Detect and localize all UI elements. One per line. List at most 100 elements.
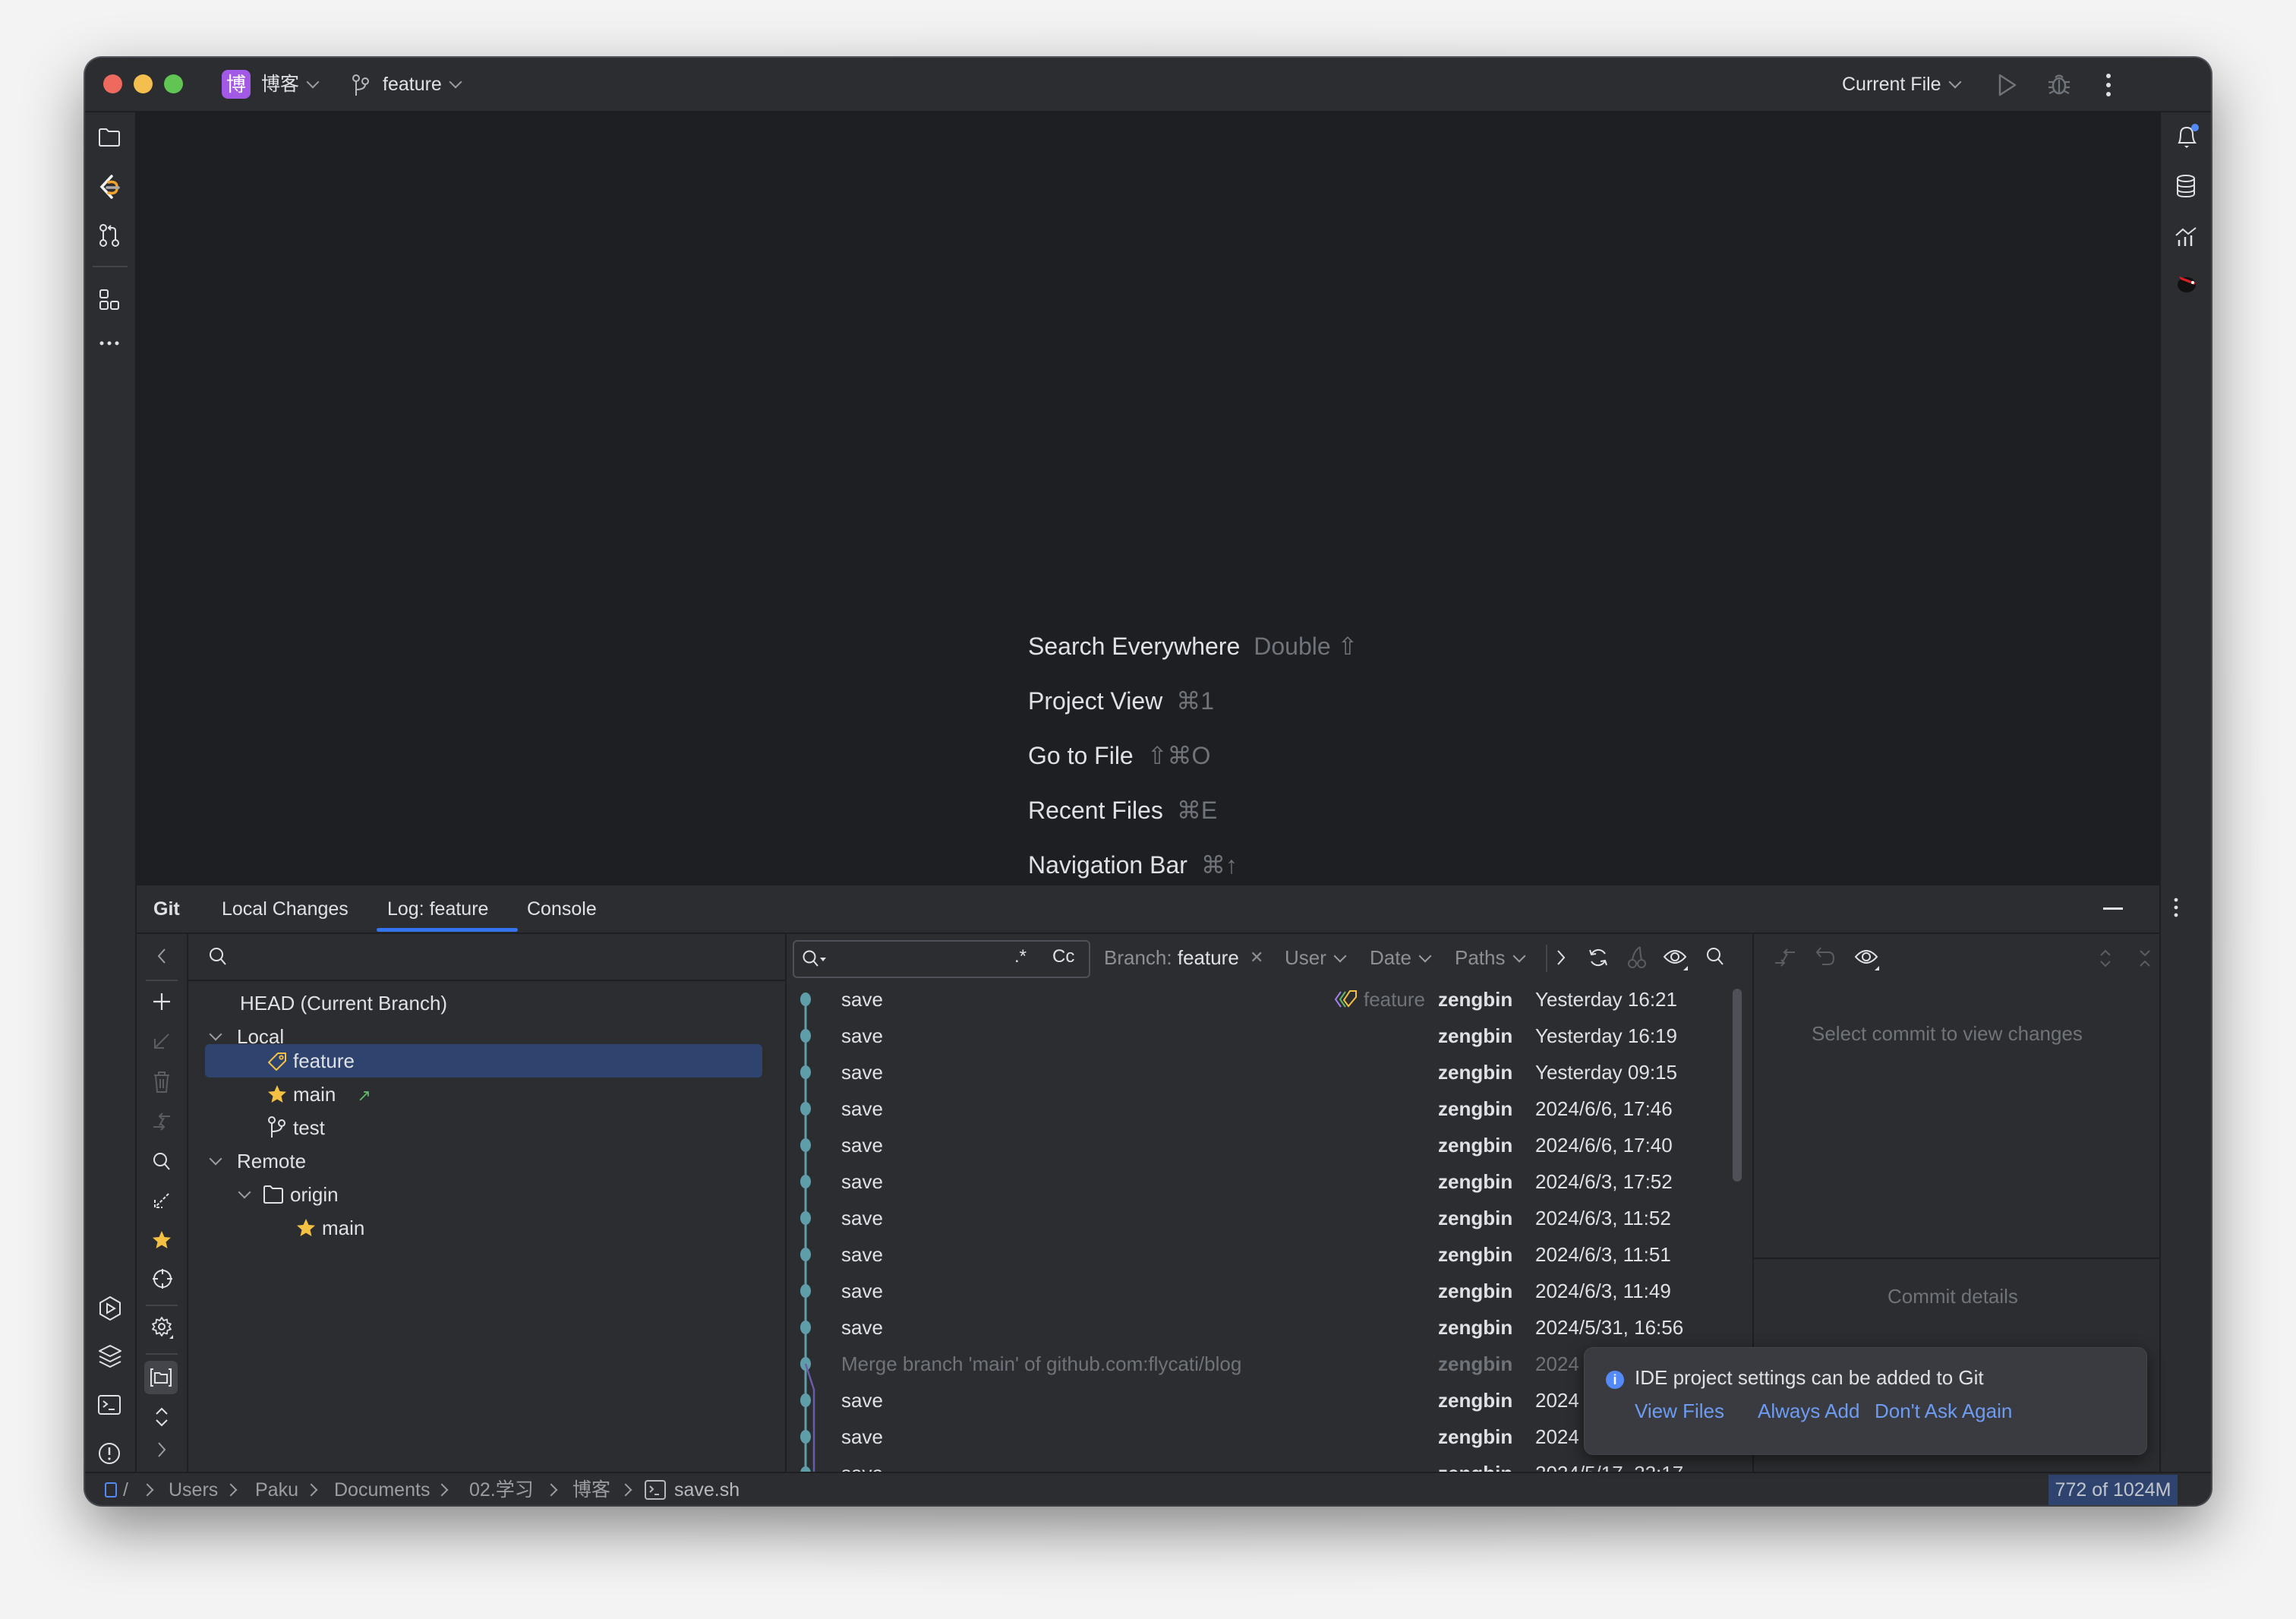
notifications-icon[interactable]: [2175, 123, 2200, 150]
pull-requests-icon[interactable]: [98, 223, 121, 248]
welcome-project-view[interactable]: Project View ⌘1: [1028, 686, 1214, 715]
expand-collapse-icon[interactable]: [155, 1406, 169, 1428]
breadcrumb-users[interactable]: Users: [169, 1478, 218, 1502]
commit-row[interactable]: save zengbin 2024/6/6, 17:46: [787, 1090, 1736, 1127]
tree-remote-group[interactable]: Remote: [209, 1145, 306, 1177]
breadcrumb-root[interactable]: /: [123, 1478, 128, 1502]
commit-row[interactable]: save zengbin Yesterday 09:15: [787, 1054, 1736, 1090]
log-scrollbar[interactable]: [1733, 989, 1742, 1182]
log-search-field[interactable]: .* Cc: [793, 940, 1090, 978]
dont-ask-again-link[interactable]: Don't Ask Again: [1875, 1400, 2012, 1423]
collapse-panel-icon[interactable]: [156, 948, 167, 964]
tree-branch-main[interactable]: main ↗: [267, 1078, 371, 1110]
date-filter[interactable]: Date: [1370, 945, 1432, 970]
profiler-icon[interactable]: [2175, 225, 2197, 248]
close-window-button[interactable]: [103, 74, 122, 93]
branch-filter[interactable]: Branch: feature: [1104, 945, 1239, 970]
breadcrumb-blog[interactable]: 博客: [572, 1478, 610, 1502]
breadcrumb-documents[interactable]: Documents: [334, 1478, 430, 1502]
group-by-directory-button[interactable]: [144, 1361, 178, 1394]
refresh-icon[interactable]: [1587, 946, 1610, 969]
settings-gear-icon[interactable]: [152, 1317, 175, 1340]
memory-indicator[interactable]: 772 of 1024M: [2048, 1475, 2178, 1505]
paths-filter[interactable]: Paths: [1455, 945, 1525, 970]
commit-row[interactable]: save zengbin 2024/6/6, 17:40: [787, 1127, 1736, 1163]
structure-icon[interactable]: [99, 289, 120, 311]
tab-local-changes[interactable]: Local Changes: [222, 896, 348, 922]
problems-icon[interactable]: [97, 1441, 121, 1466]
breadcrumb-study[interactable]: 02.学习: [469, 1478, 534, 1502]
locate-icon[interactable]: [152, 1268, 173, 1289]
search-icon[interactable]: [1705, 946, 1725, 967]
tree-head[interactable]: HEAD (Current Branch): [240, 987, 447, 1019]
commit-row[interactable]: save zengbin 2024/6/3, 17:52: [787, 1163, 1736, 1200]
commit-message: save: [841, 1134, 883, 1157]
right-tool-strip: [2159, 112, 2211, 1472]
commit-row[interactable]: save zengbin 2024/6/3, 11:51: [787, 1236, 1736, 1273]
update-branch-icon[interactable]: [152, 1031, 172, 1051]
commit-details-placeholder: Commit details: [1888, 1285, 2018, 1308]
tree-remote-main[interactable]: main: [296, 1212, 364, 1244]
compare-branches-icon[interactable]: [152, 1110, 172, 1133]
tree-branch-feature[interactable]: feature: [267, 1045, 355, 1077]
breadcrumb-paku[interactable]: Paku: [255, 1478, 298, 1502]
minimize-window-button[interactable]: [134, 74, 153, 93]
commit-row[interactable]: save zengbin 2024/5/17, 22:17: [787, 1455, 1736, 1473]
always-add-link[interactable]: Always Add: [1758, 1400, 1859, 1423]
view-options-eye-icon[interactable]: [1663, 946, 1689, 970]
more-filters-chevron-icon[interactable]: [1556, 949, 1566, 966]
commit-date: 2024/6/3, 17:52: [1535, 1170, 1673, 1193]
options-menu-icon[interactable]: [2173, 898, 2179, 917]
search-branches-icon[interactable]: [152, 1151, 172, 1172]
commit-row[interactable]: save zengbin 2024/5/31, 16:56: [787, 1309, 1736, 1346]
layers-icon[interactable]: [97, 1344, 123, 1368]
log-search-input[interactable]: [832, 945, 1002, 974]
welcome-navigation-bar[interactable]: Navigation Bar ⌘↑: [1028, 851, 1238, 879]
branch-search-field[interactable]: [188, 934, 785, 981]
fetch-icon[interactable]: [152, 1191, 172, 1210]
commit-row[interactable]: save zengbin 2024/6/3, 11:49: [787, 1273, 1736, 1309]
run-icon[interactable]: [1997, 73, 2018, 97]
welcome-go-to-file[interactable]: Go to File ⇧⌘O: [1028, 741, 1210, 770]
commit-date: 2024/5/17, 22:17: [1535, 1462, 1684, 1473]
run-config-selector[interactable]: Current File: [1842, 71, 1962, 97]
clear-branch-filter-icon[interactable]: ✕: [1250, 945, 1263, 970]
new-branch-icon[interactable]: [152, 992, 172, 1011]
welcome-recent-files[interactable]: Recent Files ⌘E: [1028, 796, 1217, 825]
chevron-right-icon[interactable]: [156, 1441, 167, 1458]
editor-area[interactable]: Search Everywhere Double ⇧ Project View ⌘1…: [137, 112, 2159, 933]
revert-icon[interactable]: [1815, 946, 1836, 969]
leetcode-icon[interactable]: [98, 175, 121, 200]
commit-row[interactable]: save zengbin Yesterday 16:19: [787, 1018, 1736, 1054]
view-files-link[interactable]: View Files: [1635, 1400, 1724, 1423]
commit-row[interactable]: save zengbin 2024/6/3, 11:52: [787, 1200, 1736, 1236]
terminal-icon[interactable]: [97, 1394, 121, 1415]
collapse-all-icon[interactable]: [2138, 948, 2152, 969]
user-filter[interactable]: User: [1285, 945, 1347, 970]
debug-icon[interactable]: [2047, 71, 2071, 97]
breadcrumb-file[interactable]: save.sh: [674, 1478, 740, 1502]
maximize-window-button[interactable]: [164, 74, 183, 93]
cherry-pick-icon[interactable]: [1628, 945, 1646, 969]
tab-console[interactable]: Console: [527, 896, 597, 922]
ninja-plugin-icon[interactable]: [2175, 273, 2197, 293]
tree-remote-origin[interactable]: origin: [238, 1179, 339, 1210]
compare-icon[interactable]: [1774, 946, 1796, 969]
expand-all-icon[interactable]: [2099, 948, 2112, 969]
minimize-panel-icon[interactable]: [2103, 907, 2123, 910]
details-view-eye-icon[interactable]: [1854, 946, 1880, 970]
regex-toggle[interactable]: .*: [1014, 946, 1027, 967]
commit-row[interactable]: save feature zengbin Yesterday 16:21: [787, 981, 1736, 1018]
tab-log-feature[interactable]: Log: feature: [387, 896, 488, 922]
favorite-star-icon[interactable]: [152, 1230, 172, 1250]
match-case-toggle[interactable]: Cc: [1052, 946, 1074, 967]
folder-icon[interactable]: [98, 128, 121, 147]
delete-branch-icon[interactable]: [152, 1071, 172, 1094]
branch-search-input[interactable]: [235, 942, 770, 974]
more-tools-icon[interactable]: [99, 340, 120, 346]
services-icon[interactable]: [97, 1296, 123, 1321]
tree-branch-test[interactable]: test: [267, 1112, 325, 1144]
welcome-search-everywhere[interactable]: Search Everywhere Double ⇧: [1028, 632, 1358, 661]
more-vertical-icon[interactable]: [2105, 73, 2112, 97]
database-icon[interactable]: [2176, 175, 2196, 198]
